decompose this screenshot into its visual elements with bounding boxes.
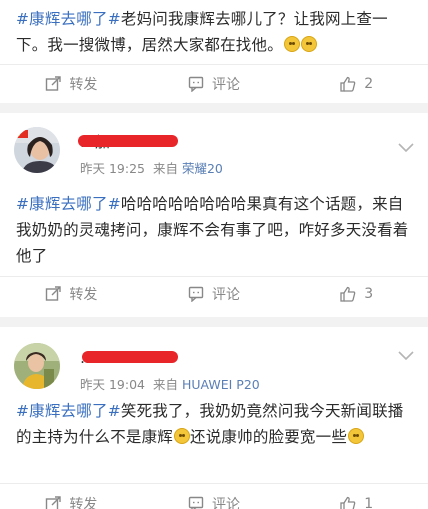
post-text: #康辉去哪了#哈哈哈哈哈哈哈哈果真有这个话题，来自我奶奶的灵魂拷问，康辉不会有事…	[0, 191, 428, 269]
repost-button[interactable]: 转发	[0, 279, 143, 309]
divider	[0, 64, 428, 65]
chevron-down-icon[interactable]	[398, 143, 414, 153]
post-source[interactable]: HUAWEI P20	[182, 377, 260, 392]
like-button[interactable]: 2	[285, 69, 428, 99]
repost-label: 转发	[69, 77, 98, 93]
weibo-comment-feed: #康辉去哪了#老妈问我康辉去哪儿了？让我网上查一下。我一搜微博，居然大家都在找他…	[0, 0, 428, 509]
divider	[0, 276, 428, 277]
comment-button[interactable]: 评论	[143, 279, 286, 309]
post-actions: 转发 评论 2	[0, 69, 428, 99]
thumbs-up-icon	[340, 496, 356, 509]
post-body-continued: 还说康帅的脸要宽一些	[190, 428, 348, 446]
avatar[interactable]	[14, 343, 60, 389]
post-time: 昨天 19:25	[80, 161, 145, 176]
post-time: 昨天 19:04	[80, 377, 145, 392]
comment-icon	[188, 496, 204, 509]
comment-icon	[188, 76, 204, 92]
repost-label: 转发	[69, 287, 98, 303]
like-count: 3	[364, 286, 374, 302]
post-actions: 转发 评论 1	[0, 489, 428, 509]
post-text: #康辉去哪了#笑死我了，我奶奶竟然问我今天新闻联播的主持为什么不是康辉 还说康帅的…	[0, 398, 428, 450]
redaction-mark	[78, 135, 178, 147]
post-card: #康辉去哪了#老妈问我康辉去哪儿了？让我网上查一下。我一搜微博，居然大家都在找他…	[0, 0, 428, 112]
topic-link[interactable]: #康辉去哪了#	[16, 402, 121, 420]
comment-button[interactable]: 评论	[143, 69, 286, 99]
like-button[interactable]: 3	[285, 279, 428, 309]
thumbs-up-icon	[340, 286, 356, 302]
grin-emoji-icon	[300, 36, 317, 52]
thumbs-up-icon	[340, 76, 356, 92]
comment-label: 评论	[212, 497, 240, 509]
repost-button[interactable]: 转发	[0, 69, 143, 99]
repost-icon	[46, 496, 62, 509]
topic-link[interactable]: #康辉去哪了#	[16, 195, 121, 213]
post-actions: 转发 评论 3	[0, 279, 428, 309]
post-meta: 昨天 19:04 来自 HUAWEI P20	[80, 374, 260, 393]
grin-emoji-icon	[283, 36, 300, 52]
post-card: … 昨天 19:04 来自 HUAWEI P20 #康辉去哪了#笑死我了，我奶奶…	[0, 327, 428, 509]
comment-icon	[188, 286, 204, 302]
repost-button[interactable]: 转发	[0, 489, 143, 509]
laughing-tears-emoji-icon	[174, 428, 191, 444]
section-gap	[0, 317, 428, 327]
smirk-emoji-icon	[348, 428, 365, 444]
chevron-down-icon[interactable]	[398, 351, 414, 361]
from-label: 来自	[152, 377, 178, 392]
avatar-image	[14, 127, 60, 173]
post-text: #康辉去哪了#老妈问我康辉去哪儿了？让我网上查一下。我一搜微博，居然大家都在找他…	[0, 6, 428, 58]
comment-label: 评论	[212, 77, 240, 93]
comment-button[interactable]: 评论	[143, 489, 286, 509]
section-gap	[0, 103, 428, 113]
like-button[interactable]: 1	[285, 489, 428, 509]
like-count: 2	[364, 76, 374, 92]
from-label: 来自	[152, 161, 178, 176]
post-meta: 昨天 19:25 来自 荣耀20	[80, 158, 223, 177]
topic-link[interactable]: #康辉去哪了#	[16, 10, 121, 28]
redaction-mark	[82, 351, 178, 363]
repost-icon	[46, 286, 62, 301]
avatar[interactable]	[14, 127, 60, 173]
post-card: …加… 昨天 19:25 来自 荣耀20 #康辉去哪了#哈哈哈哈哈哈哈哈果真有这…	[0, 113, 428, 327]
like-count: 1	[364, 496, 374, 509]
divider	[0, 483, 428, 484]
repost-label: 转发	[69, 497, 98, 509]
comment-label: 评论	[212, 287, 240, 303]
post-source[interactable]: 荣耀20	[182, 161, 223, 176]
avatar-image	[14, 343, 60, 389]
repost-icon	[46, 76, 62, 91]
